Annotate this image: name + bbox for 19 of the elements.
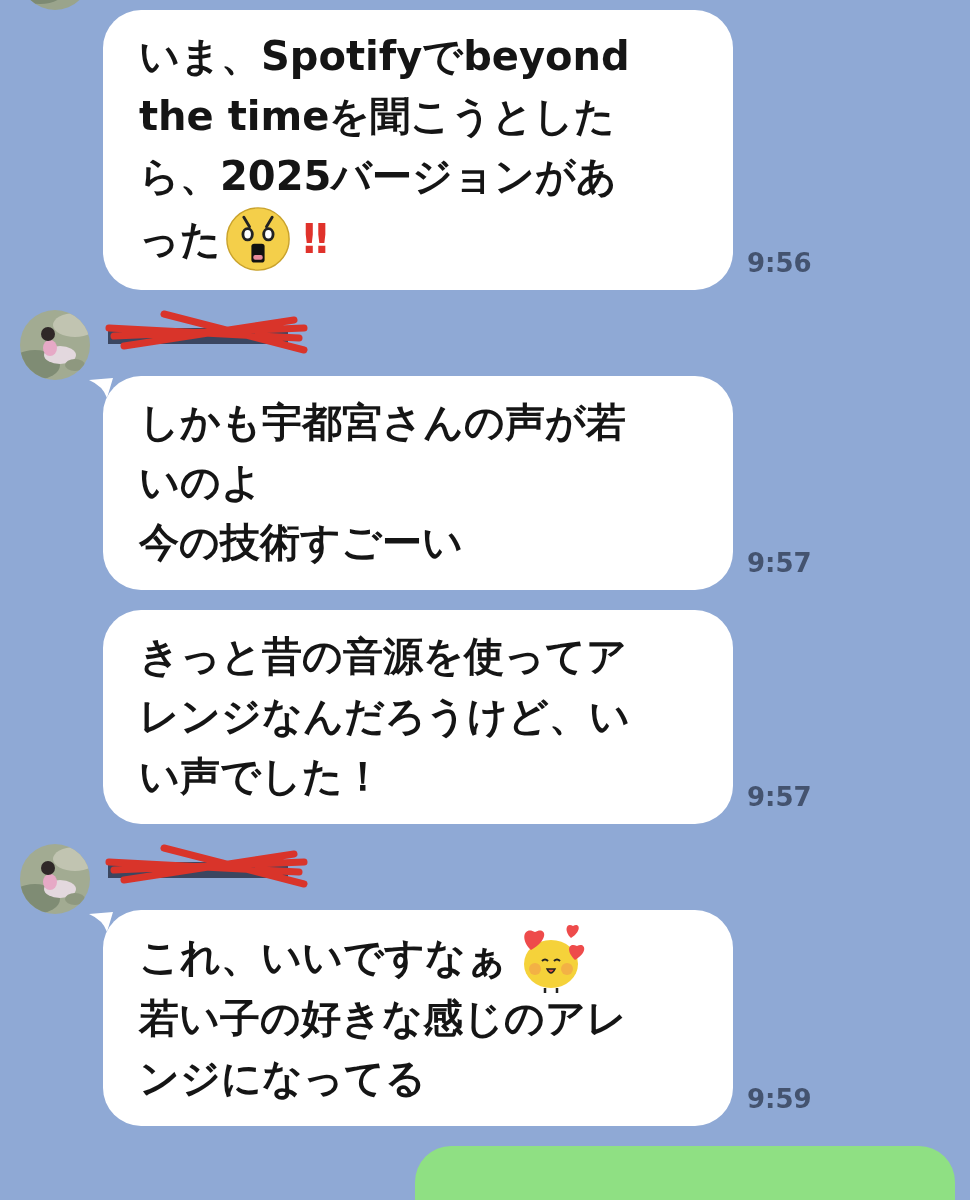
message-text: った [139, 215, 221, 264]
message-text: 今の技術すごーい [139, 518, 463, 567]
message-text: きっと昔の音源を使ってア [139, 632, 627, 681]
message-time: 9:56 [747, 248, 812, 278]
message-text: the timeを聞こうとした [139, 92, 616, 141]
message-text: いのよ [139, 458, 262, 507]
message-text: これ、いいですなぁ [139, 933, 507, 982]
exclamation-mark: ‼ [303, 216, 329, 262]
message-text: レンジなんだろうけど、い [139, 692, 630, 741]
message-text: いま、Spotifyでbeyond [139, 32, 630, 81]
message-text: ンジになってる [139, 1054, 426, 1103]
message-time: 9:57 [747, 782, 812, 812]
message-text: 若い子の好きな感じのアレ [139, 994, 627, 1043]
message-time: 9:59 [747, 1084, 812, 1114]
shocked-face-icon [225, 206, 291, 272]
message-text: しかも宇都宮さんの声が若 [139, 398, 626, 447]
message-time: 9:57 [747, 548, 812, 578]
message-text: ら、2025バージョンがあ [139, 152, 618, 201]
message-text: い声でした！ [139, 752, 383, 801]
